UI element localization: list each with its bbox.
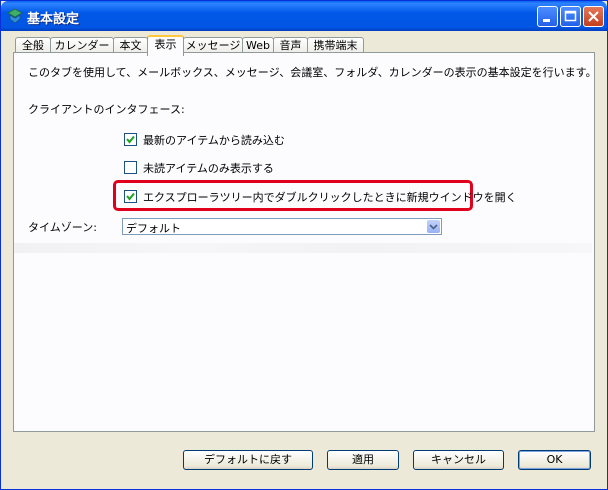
maximize-icon (564, 10, 577, 22)
option-label-unread-only[interactable]: 未読アイテムのみ表示する (143, 160, 274, 176)
panel-shadow-strip (14, 243, 592, 253)
ok-button[interactable]: OK (518, 450, 591, 470)
minimize-icon (543, 19, 550, 22)
timezone-select[interactable]: デフォルト (122, 218, 442, 235)
title-bar[interactable]: 基本設定 (1, 1, 607, 31)
client-interface-label: クライアントのインタフェース: (28, 103, 185, 116)
checkbox-new-window-doubleclick[interactable] (124, 190, 137, 203)
apply-button[interactable]: 適用 (327, 450, 399, 470)
cancel-button[interactable]: キャンセル (413, 450, 504, 470)
app-icon (7, 8, 23, 24)
timezone-label: タイムゾーン: (28, 221, 97, 234)
checkbox-unread-only[interactable] (124, 161, 137, 174)
description-text: このタブを使用して、メールボックス、メッセージ、会議室、フォルダ、カレンダーの表… (28, 66, 597, 79)
checkmark-icon (126, 135, 135, 144)
close-button[interactable] (583, 6, 604, 27)
chevron-down-icon[interactable] (427, 220, 440, 233)
timezone-value: デフォルト (126, 222, 181, 235)
minimize-button[interactable] (537, 6, 558, 27)
checkmark-icon (126, 192, 135, 201)
maximize-button[interactable] (560, 6, 581, 27)
option-label-new-window-doubleclick[interactable]: エクスプローラツリー内でダブルクリックしたときに新規ウインドウを開く (143, 189, 517, 205)
checkbox-load-newest[interactable] (124, 133, 137, 146)
option-label-load-newest[interactable]: 最新のアイテムから読み込む (143, 132, 285, 148)
reset-default-button[interactable]: デフォルトに戻す (183, 450, 313, 470)
close-icon (588, 11, 599, 22)
window-title: 基本設定 (27, 12, 80, 27)
tab-display[interactable]: 表示 (147, 35, 184, 56)
